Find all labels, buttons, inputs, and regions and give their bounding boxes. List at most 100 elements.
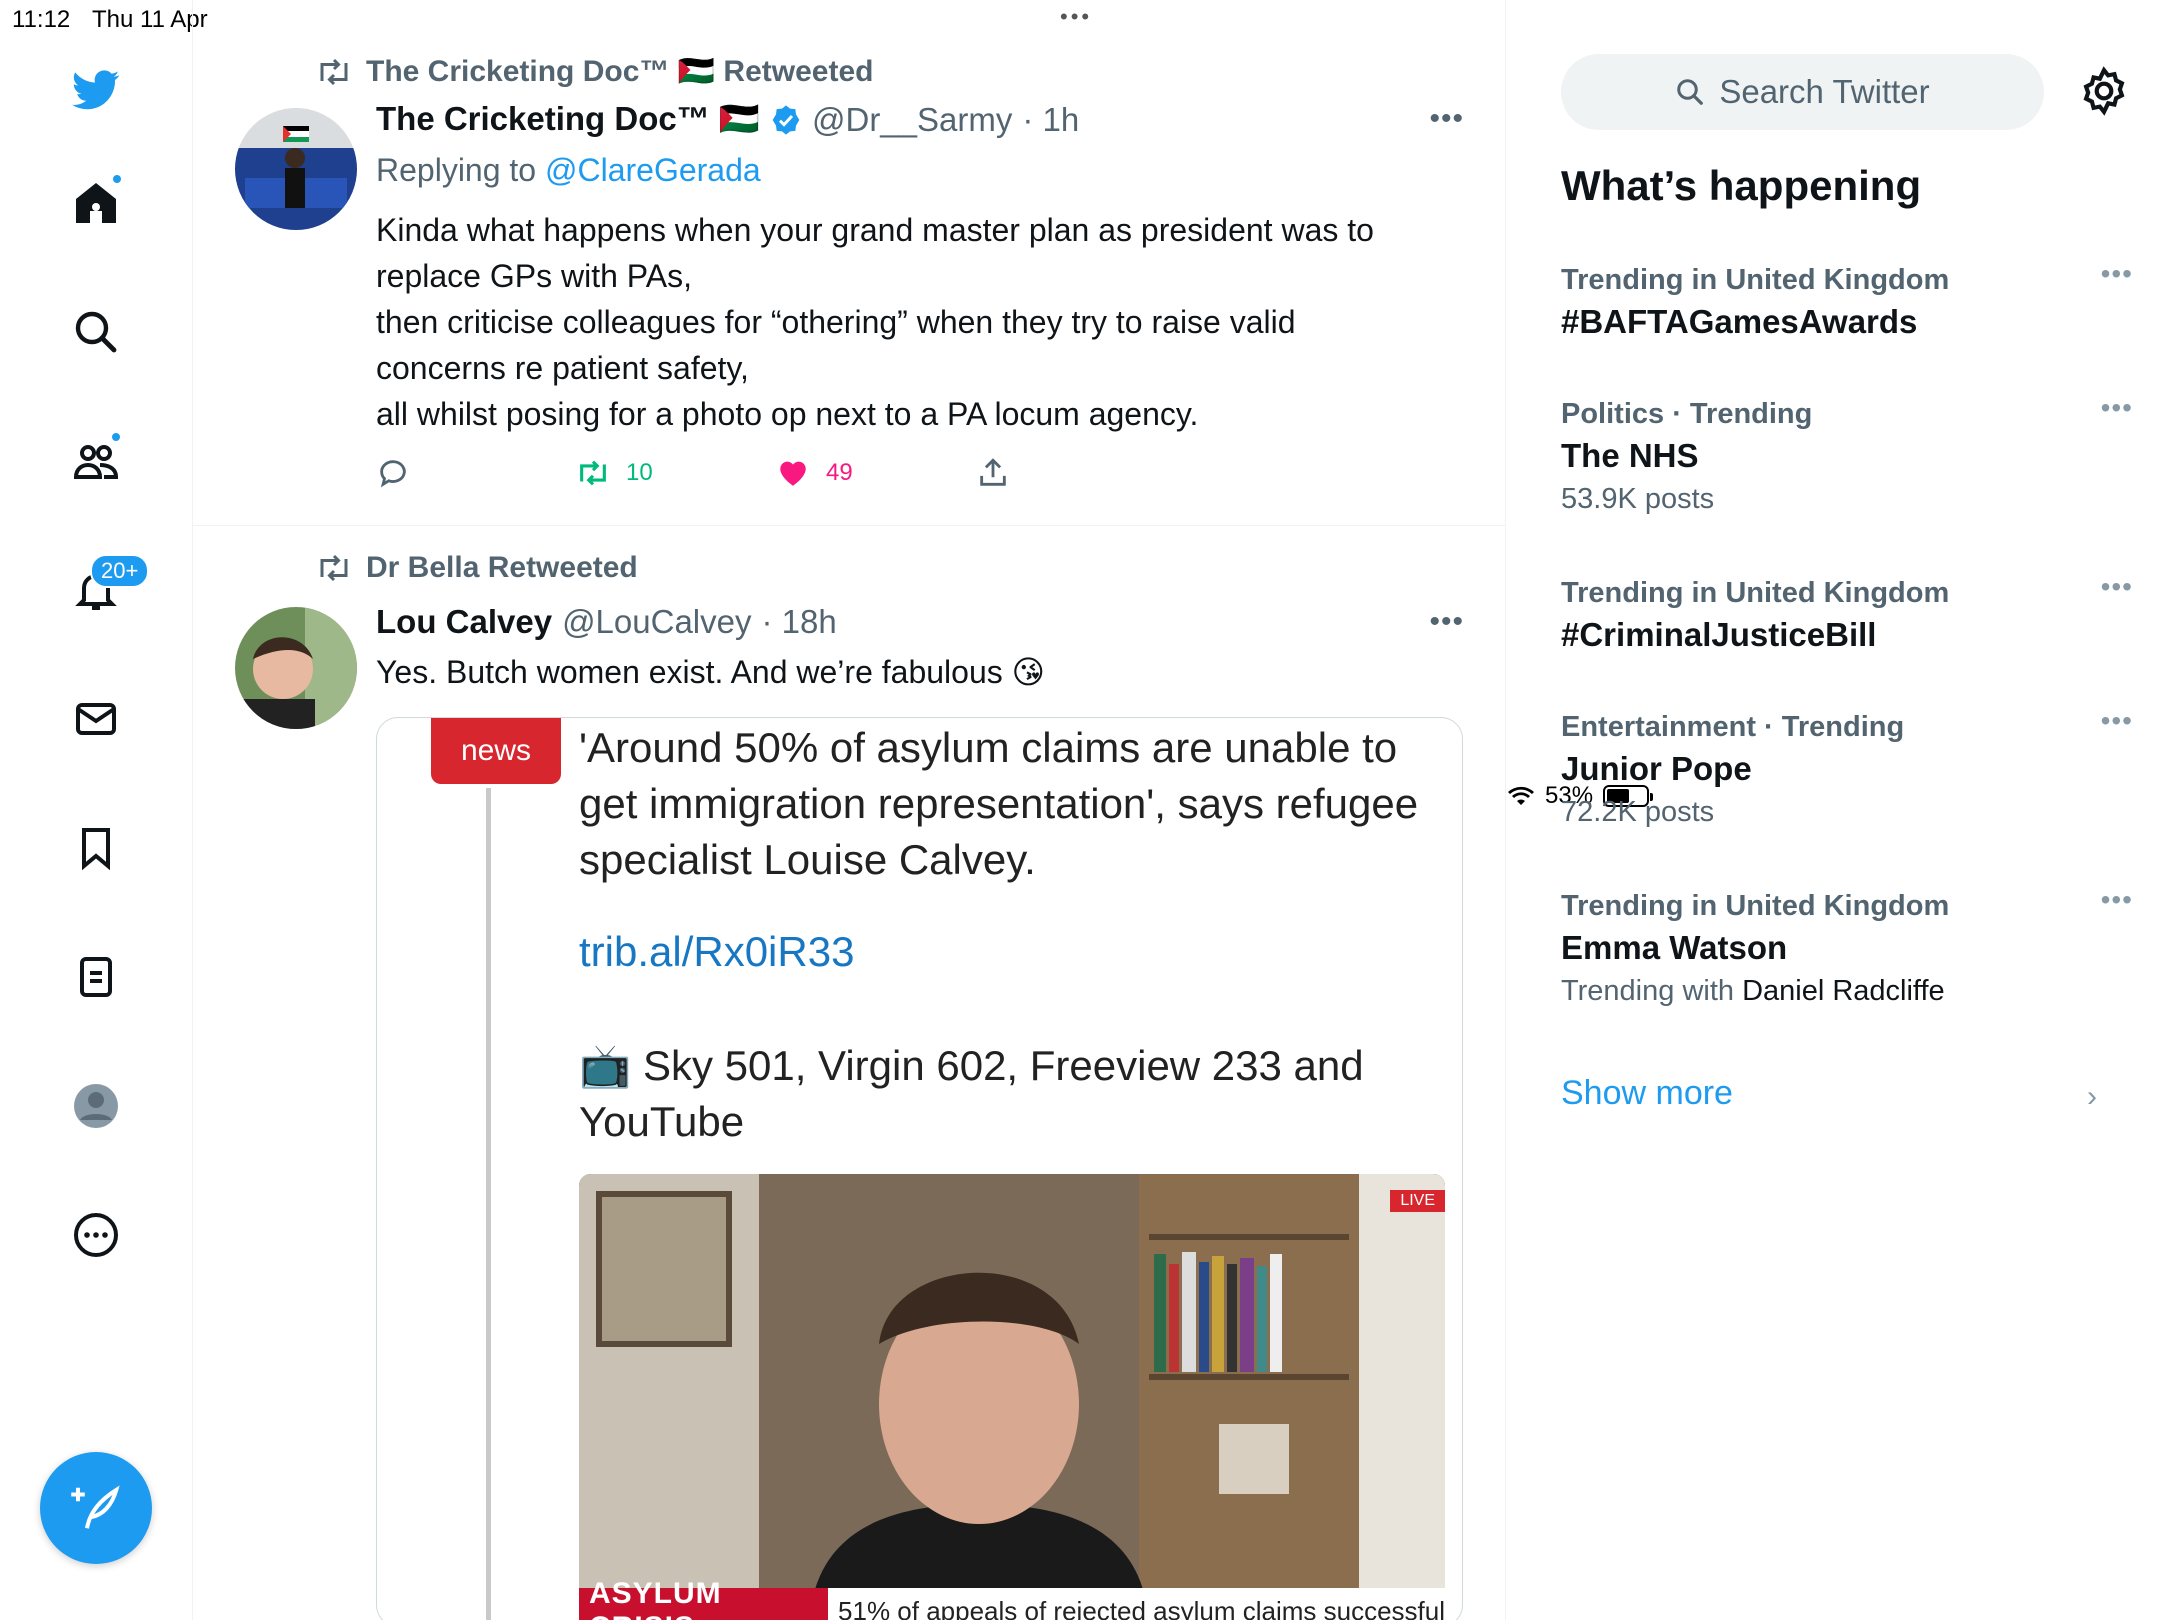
trend-item[interactable]: Politics · Trending The NHS 53.9K posts … (1561, 392, 2132, 516)
nav-bookmarks[interactable] (56, 808, 136, 888)
tweet-text-line: all whilst posing for a photo op next to… (376, 396, 1199, 432)
tweet-more-icon[interactable]: ••• (1429, 605, 1464, 639)
trend-item[interactable]: Trending in United Kingdom Emma Watson T… (1561, 884, 2132, 1008)
search-input[interactable]: Search Twitter (1561, 54, 2044, 130)
heart-icon (780, 461, 806, 486)
notifications-badge: 20+ (90, 554, 150, 588)
trend-related-label: Trending with (1561, 975, 1743, 1007)
author-handle[interactable]: @Dr__Sarmy (812, 101, 1012, 139)
tweet-text-line: Kinda what happens when your grand maste… (376, 212, 1374, 248)
retweet-context: Dr Bella Retweeted (316, 551, 638, 585)
trend-post-count: 53.9K posts (1561, 483, 1715, 515)
home-icon (76, 183, 116, 223)
nav-more[interactable] (56, 1195, 136, 1275)
search-placeholder: Search Twitter (1719, 73, 1930, 110)
profile-icon (74, 1084, 118, 1128)
retweet-icon (320, 554, 348, 582)
communities-icon (73, 445, 119, 479)
search-icon (1677, 79, 1704, 105)
like-button[interactable]: 49 (776, 456, 976, 490)
tweet-author: The Cricketing Doc™ 🇵🇸 @Dr__Sarmy · 1h (376, 100, 1079, 139)
trend-item[interactable]: Trending in United Kingdom #BAFTAGamesAw… (1561, 258, 2132, 341)
compose-tweet-button[interactable] (40, 1452, 152, 1564)
lists-icon (80, 957, 112, 997)
author-handle[interactable]: @LouCalvey (562, 603, 751, 641)
replying-to: Replying to @ClareGerada (376, 152, 761, 189)
author-name[interactable]: Lou Calvey (376, 603, 552, 641)
tweet-time[interactable]: · 1h (1022, 101, 1079, 139)
news-logo: news (431, 718, 561, 784)
video-lower-third: ASYLUM CRISIS 51% of appeals of rejected… (579, 1577, 1445, 1620)
embedded-image-card[interactable]: news 'Around 50% of asylum claims are un… (376, 717, 1463, 1620)
live-badge: LIVE (1390, 1190, 1445, 1212)
sidebar-nav: 20+ (0, 0, 193, 1620)
tweet[interactable]: The Cricketing Doc™ 🇵🇸 Retweeted The Cri… (193, 40, 1506, 526)
reply-button[interactable] (376, 456, 576, 490)
tweet-text-line: then criticise colleagues for “othering”… (376, 304, 1296, 340)
twitter-logo-icon[interactable] (56, 50, 136, 130)
nav-messages[interactable] (56, 679, 136, 759)
trend-context: Trending in United Kingdom (1561, 890, 1950, 922)
card-quote-text: 'Around 50% of asylum claims are unable … (579, 724, 1419, 883)
tweet-author: Lou Calvey @LouCalvey · 18h (376, 603, 837, 641)
trend-more-icon[interactable]: ••• (2101, 705, 2133, 737)
trend-more-icon[interactable]: ••• (2101, 571, 2133, 603)
timeline: The Cricketing Doc™ 🇵🇸 Retweeted The Cri… (193, 0, 1506, 1620)
nav-explore[interactable] (56, 292, 136, 372)
nav-lists[interactable] (56, 937, 136, 1017)
trend-more-icon[interactable]: ••• (2101, 884, 2133, 916)
chevron-right-icon: › (2087, 1080, 2097, 1113)
avatar[interactable] (235, 607, 357, 729)
communities-unread-dot (110, 431, 122, 443)
verified-badge-icon (772, 104, 800, 135)
whats-happening-title: What’s happening (1561, 162, 1922, 209)
trend-title: Junior Pope (1561, 750, 1752, 787)
nav-profile[interactable] (56, 1066, 136, 1146)
share-button[interactable] (976, 456, 1176, 490)
trend-related-name: Daniel Radcliffe (1742, 975, 1945, 1007)
tweet-text-line: concerns re patient safety, (376, 350, 749, 386)
retweet-context: The Cricketing Doc™ 🇵🇸 Retweeted (316, 54, 873, 89)
trend-item[interactable]: Trending in United Kingdom #CriminalJust… (1561, 571, 2132, 654)
trend-post-count: 72.2K posts (1561, 796, 1715, 828)
compose-feather-icon (71, 1485, 120, 1529)
tweet-more-icon[interactable]: ••• (1429, 102, 1464, 136)
video-thumbnail[interactable]: LIVE ASYLUM CRISIS 51% of appeals of rej… (579, 1174, 1445, 1620)
like-count: 49 (826, 459, 853, 486)
tweet-actions: 10 49 (376, 456, 1176, 490)
trend-context: Trending in United Kingdom (1561, 577, 1950, 609)
author-name[interactable]: The Cricketing Doc™ 🇵🇸 (376, 100, 760, 139)
reply-icon (380, 460, 406, 488)
lower-third-ticker: 51% of appeals of rejected asylum claims… (838, 1595, 1445, 1620)
trend-title: #CriminalJusticeBill (1561, 616, 1877, 653)
retweet-count: 10 (626, 459, 653, 486)
search-icon (75, 311, 117, 353)
trend-title: #BAFTAGamesAwards (1561, 303, 1918, 340)
trend-more-icon[interactable]: ••• (2101, 258, 2133, 290)
show-more-link[interactable]: Show more (1561, 1074, 1733, 1113)
nav-notifications[interactable]: 20+ (56, 550, 150, 630)
retweeted-by-text: The Cricketing Doc™ 🇵🇸 Retweeted (366, 55, 874, 88)
trend-context: Politics · Trending (1561, 398, 1813, 430)
tweet[interactable]: Dr Bella Retweeted Lou Calvey @LouCalvey… (193, 527, 1506, 1620)
settings-gear-icon[interactable] (2079, 66, 2129, 116)
retweet-button[interactable]: 10 (576, 456, 776, 490)
tweet-text: Kinda what happens when your grand maste… (376, 207, 1436, 437)
replying-to-label: Replying to (376, 152, 545, 188)
retweeted-by-text: Dr Bella Retweeted (366, 551, 638, 584)
nav-home[interactable] (56, 163, 136, 243)
lower-third-tag: ASYLUM CRISIS (579, 1577, 829, 1620)
tweet-time[interactable]: · 18h (762, 603, 837, 641)
avatar[interactable] (235, 108, 357, 230)
replying-to-link[interactable]: @ClareGerada (545, 152, 761, 188)
trend-more-icon[interactable]: ••• (2101, 392, 2133, 424)
nav-communities[interactable] (56, 421, 136, 501)
bookmarks-icon (82, 828, 110, 871)
home-unread-dot (111, 173, 123, 185)
more-icon (74, 1213, 118, 1257)
trend-item[interactable]: Entertainment · Trending Junior Pope 72.… (1561, 705, 2132, 829)
card-channels-text: 📺 Sky 501, Virgin 602, Freeview 233 and … (579, 1042, 1364, 1145)
right-sidebar: Search Twitter What’s happening Trending… (1507, 40, 2160, 1620)
trend-title: Emma Watson (1561, 929, 1788, 966)
tweet-text-line: replace GPs with PAs, (376, 258, 692, 294)
